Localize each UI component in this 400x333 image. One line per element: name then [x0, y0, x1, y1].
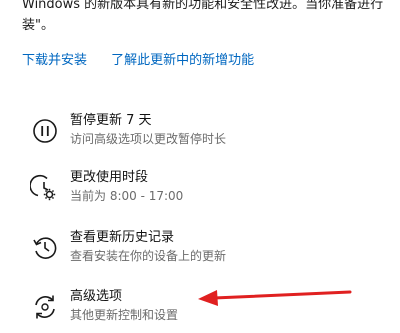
advanced-options-icon	[30, 292, 60, 322]
active-hours-subtitle: 当前为 8:00 - 17:00	[70, 189, 184, 203]
pause-icon	[30, 116, 60, 146]
update-description-line-2: 装"。	[22, 18, 54, 33]
annotation-arrow	[198, 290, 352, 306]
pause-updates-option[interactable]: 暂停更新 7 天 访问高级选项以更改暂停时长	[30, 112, 390, 156]
update-history-subtitle: 查看安装在你的设备上的更新	[70, 249, 227, 263]
active-hours-title: 更改使用时段	[70, 170, 149, 185]
learn-whats-new-link[interactable]: 了解此更新中的新增功能	[111, 53, 254, 68]
update-description: Windows 的新版本具有新的功能和安全性改进。当你准备进行 装"。	[22, 0, 394, 36]
pause-updates-title: 暂停更新 7 天	[70, 113, 152, 128]
advanced-options-subtitle: 其他更新控制和设置	[70, 308, 179, 322]
history-icon	[30, 233, 60, 263]
update-description-line-1: Windows 的新版本具有新的功能和安全性改进。当你准备进行	[22, 0, 384, 12]
advanced-options-option[interactable]: 高级选项 其他更新控制和设置	[30, 288, 390, 332]
active-hours-option[interactable]: 更改使用时段 当前为 8:00 - 17:00	[30, 169, 390, 213]
download-and-install-link[interactable]: 下载并安装	[22, 53, 87, 68]
clock-gear-icon	[30, 173, 60, 203]
pause-updates-subtitle: 访问高级选项以更改暂停时长	[70, 132, 227, 146]
update-history-title: 查看更新历史记录	[70, 230, 175, 245]
update-links: 下载并安装 了解此更新中的新增功能	[22, 52, 274, 70]
update-history-option[interactable]: 查看更新历史记录 查看安装在你的设备上的更新	[30, 229, 390, 273]
advanced-options-title: 高级选项	[70, 289, 123, 304]
